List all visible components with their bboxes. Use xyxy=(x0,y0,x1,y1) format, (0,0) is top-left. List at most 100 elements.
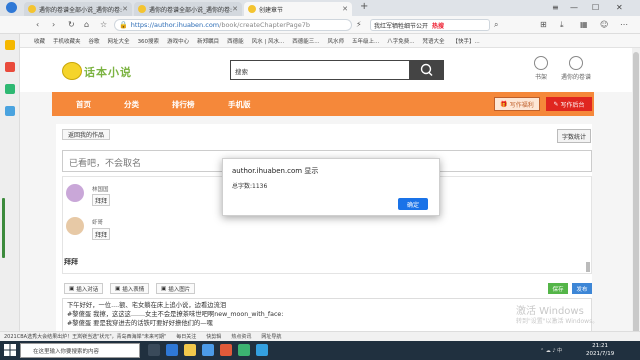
forward-icon[interactable]: › xyxy=(52,20,55,29)
close-tab-icon[interactable]: ✕ xyxy=(122,5,128,13)
store-icon[interactable] xyxy=(202,344,214,356)
insert-dialogue-button[interactable]: ▣ 插入对话 xyxy=(64,283,104,294)
grid-icon[interactable]: ▦ xyxy=(580,20,588,29)
url-path: /book/createChapterPage7b xyxy=(219,21,310,29)
bookmark-item[interactable]: 收藏 xyxy=(34,37,45,45)
close-tab-icon[interactable]: ✕ xyxy=(232,5,238,13)
app-icon[interactable] xyxy=(238,344,250,356)
publish-button[interactable]: 发布 xyxy=(572,283,592,294)
status-item[interactable]: 网址导航 xyxy=(261,333,281,340)
weibo-icon[interactable] xyxy=(5,62,15,72)
write-welfare-button[interactable]: 🎁 写作福利 xyxy=(494,97,540,111)
system-tray-icons[interactable]: ⌃ ☁ ♪ 中 xyxy=(540,347,562,354)
user-profile-link[interactable]: 遇你的卷谱 xyxy=(556,56,596,86)
character-avatar[interactable] xyxy=(66,217,84,235)
browser-tab-3[interactable]: 创建章节 ✕ xyxy=(244,2,352,16)
bookmark-item[interactable]: 风水师 xyxy=(327,37,344,45)
close-tab-icon[interactable]: ✕ xyxy=(342,5,348,13)
search-icon[interactable]: ⌕ xyxy=(494,20,498,30)
alert-message: 总字数:1136 xyxy=(232,183,268,190)
bookmark-item[interactable]: 五年级上... xyxy=(352,37,379,45)
site-logo[interactable]: 话本小说 xyxy=(62,60,134,82)
more-icon[interactable]: ⋯ xyxy=(620,20,628,29)
site-search-input[interactable]: 搜索 xyxy=(230,60,410,80)
browser-tab-2[interactable]: 遇你的卷谱全部小说_遇你的卷: ✕ xyxy=(134,2,242,16)
rail-collapse-handle[interactable] xyxy=(2,198,5,258)
back-icon[interactable]: ‹ xyxy=(36,20,39,29)
bookmark-item[interactable]: 【快手】... xyxy=(453,37,480,45)
cloud-icon[interactable] xyxy=(5,106,15,116)
nav-mobile[interactable]: 手机版 xyxy=(228,99,251,110)
user-icon[interactable]: ☺ xyxy=(600,20,608,29)
bookshelf-link[interactable]: 书架 xyxy=(530,56,552,86)
bookmark-item[interactable]: 新郑瞩目 xyxy=(197,37,219,45)
minimize-icon[interactable]: — xyxy=(570,3,578,12)
browser-search-input[interactable]: 我红军牺牲细节公开 热搜 xyxy=(370,19,490,31)
browser-app-icon[interactable] xyxy=(256,344,268,356)
nav-home[interactable]: 首页 xyxy=(76,99,91,110)
bookmark-item[interactable]: 谷歌 xyxy=(89,37,100,45)
status-item[interactable]: 热点资讯 xyxy=(231,333,251,340)
nav-category[interactable]: 分类 xyxy=(124,99,139,110)
bookmark-item[interactable]: 360搜索 xyxy=(138,37,160,45)
alert-ok-button[interactable]: 确定 xyxy=(398,198,428,210)
edge-browser-icon[interactable] xyxy=(166,344,178,356)
tab-favicon-icon xyxy=(138,5,146,13)
extension-icon[interactable]: ⊞ xyxy=(540,20,547,29)
url-bar[interactable]: 🔒 https://author.ihuaben.com /book/creat… xyxy=(114,19,352,31)
status-item[interactable]: 每日关注 xyxy=(176,333,196,340)
write-backend-label: 写作后台 xyxy=(560,101,585,109)
status-item[interactable]: 快剪辑 xyxy=(206,333,221,340)
page-scrollbar[interactable] xyxy=(632,48,640,344)
taskbar-clock[interactable]: 21:21 2021/7/19 xyxy=(586,342,614,358)
bookmark-item[interactable]: 八字免费... xyxy=(387,37,414,45)
bookmark-item[interactable]: 西德能三... xyxy=(292,37,319,45)
favorites-icon[interactable] xyxy=(5,40,15,50)
reload-icon[interactable]: ↻ xyxy=(68,20,75,29)
user-name: 遇你的卷谱 xyxy=(560,74,591,81)
alert-title: author.ihuaben.com 显示 xyxy=(232,167,319,175)
taskbar-search-input[interactable]: 在这里输入你要搜索的内容 xyxy=(20,343,140,358)
dialogue-scrollbar[interactable] xyxy=(586,262,590,272)
insert-image-button[interactable]: ▣ 插入图片 xyxy=(156,283,196,294)
close-window-icon[interactable]: ✕ xyxy=(616,3,623,12)
maximize-icon[interactable]: ☐ xyxy=(592,3,599,12)
site-search-button[interactable] xyxy=(410,60,444,80)
nav-ranking[interactable]: 排行榜 xyxy=(172,99,195,110)
clock-time: 21:21 xyxy=(592,343,609,349)
write-backend-button[interactable]: ✎ 写作后台 xyxy=(546,97,592,111)
dialogue-bubble[interactable]: 拜拜 xyxy=(92,228,110,240)
tool-label: 插入表情 xyxy=(122,286,145,293)
windows-start-icon[interactable] xyxy=(4,344,16,356)
task-view-icon[interactable] xyxy=(148,344,160,356)
menu-icon[interactable]: ≡ xyxy=(552,3,559,12)
news-ticker[interactable]: 2021CBA选秀大会结果出炉！王岚嵚当选"状元"，青岛西海岸"未来可期" xyxy=(4,333,166,340)
browser-tab-1[interactable]: 遇你的卷谱全部小说_遇你的卷: ✕ xyxy=(24,2,132,16)
bookmark-item[interactable]: 风水 | 风水... xyxy=(252,37,285,45)
bookmarks-bar: 收藏 手机收藏夹 谷歌 网址大全 360搜索 游戏中心 新郑瞩目 西德能 风水 … xyxy=(20,34,640,48)
bookmark-item[interactable]: 西德能 xyxy=(227,37,244,45)
tool-label: 插入对话 xyxy=(76,286,99,293)
download-icon[interactable]: ⤓ xyxy=(560,20,564,30)
back-to-works-button[interactable]: 返回我的作品 xyxy=(62,129,110,140)
bookmark-item[interactable]: 网址大全 xyxy=(108,37,130,45)
star-icon[interactable]: ☆ xyxy=(100,20,107,29)
lightning-icon[interactable]: ⚡ xyxy=(356,20,362,29)
home-icon[interactable]: ⌂ xyxy=(84,20,89,29)
word-count-button[interactable]: 字数统计 xyxy=(557,129,591,143)
new-tab-button[interactable]: + xyxy=(360,1,368,12)
search-icon xyxy=(420,63,433,76)
bookmark-item[interactable]: 梵语大全 xyxy=(422,37,444,45)
tab-label: 遇你的卷谱全部小说_遇你的卷: xyxy=(149,6,233,14)
bookmark-item[interactable]: 手机收藏夹 xyxy=(53,37,81,45)
file-explorer-icon[interactable] xyxy=(184,344,196,356)
app-icon[interactable] xyxy=(220,344,232,356)
avatar-icon xyxy=(569,56,583,70)
save-button[interactable]: 保存 xyxy=(548,283,568,294)
character-avatar[interactable] xyxy=(66,184,84,202)
insert-emoji-button[interactable]: ▣ 插入表情 xyxy=(110,283,150,294)
email-icon[interactable] xyxy=(5,84,15,94)
scrollbar-thumb[interactable] xyxy=(633,52,639,336)
bookmark-item[interactable]: 游戏中心 xyxy=(167,37,189,45)
dialogue-bubble[interactable]: 拜拜 xyxy=(92,194,110,206)
